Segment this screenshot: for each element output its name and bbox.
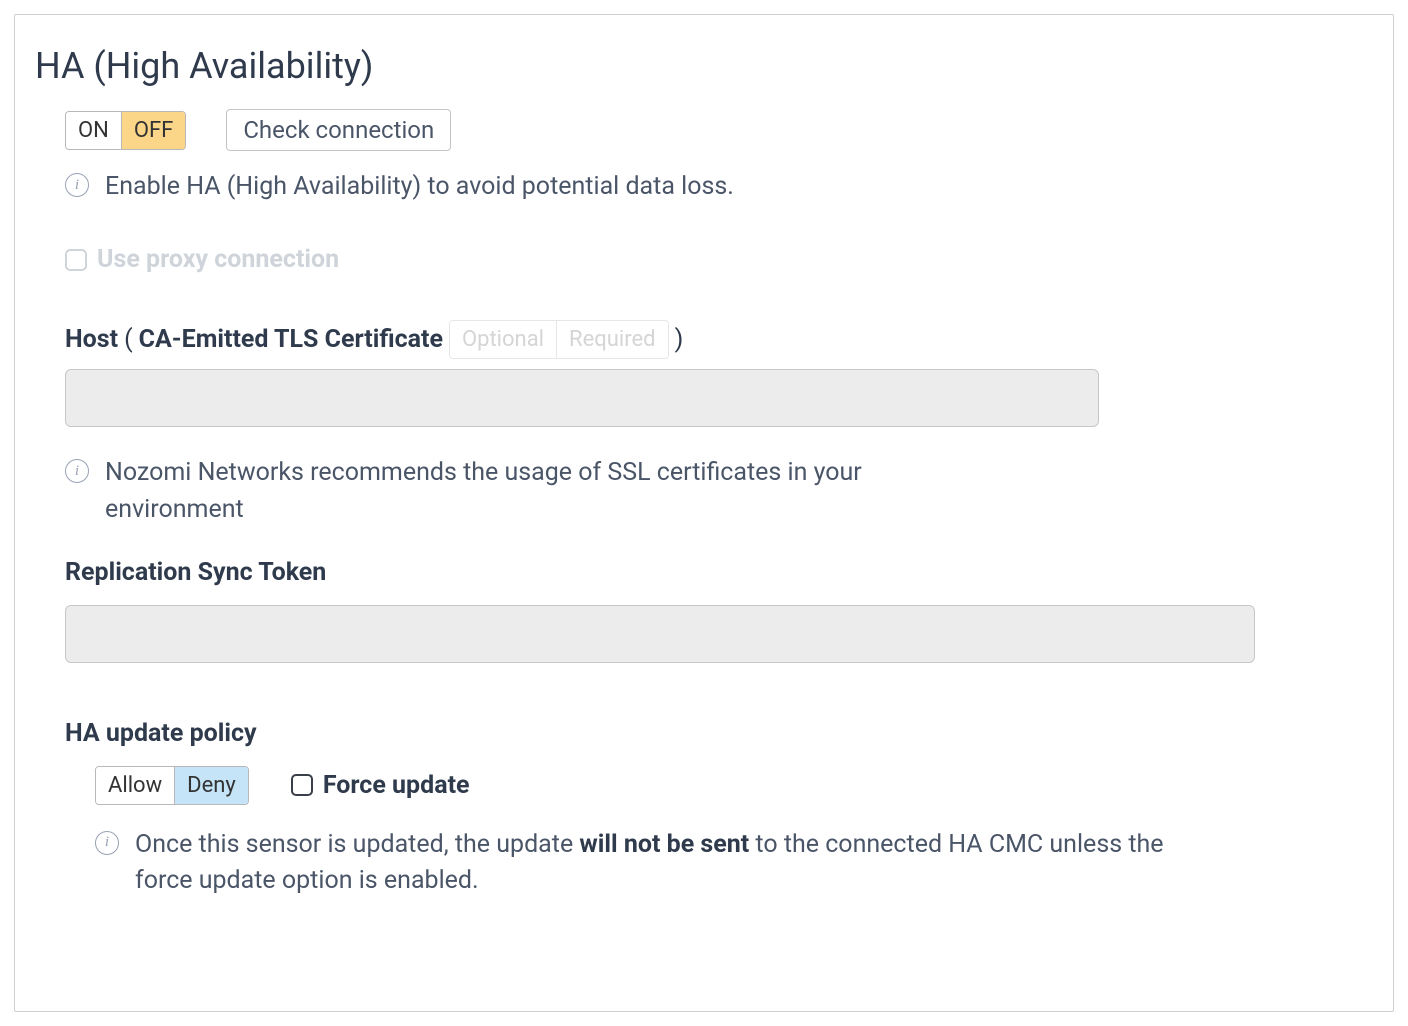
info-icon: i xyxy=(65,459,89,483)
host-input-wrapper xyxy=(65,369,1099,427)
host-info-row: i Nozomi Networks recommends the usage o… xyxy=(65,455,1373,528)
policy-row: Allow Deny Force update xyxy=(95,766,1373,805)
ha-hint-text: Enable HA (High Availability) to avoid p… xyxy=(105,169,734,205)
policy-hint-text: Once this sensor is updated, the update … xyxy=(135,827,1185,900)
force-update-wrap: Force update xyxy=(291,771,470,800)
policy-toggle: Allow Deny xyxy=(95,766,249,805)
ha-on-off-toggle: ON OFF xyxy=(65,111,186,150)
info-icon: i xyxy=(65,173,89,197)
host-label-row: Host (CA-Emitted TLS Certificate Optiona… xyxy=(65,320,1373,359)
info-icon: i xyxy=(95,831,119,855)
policy-info-row: i Once this sensor is updated, the updat… xyxy=(95,827,1373,900)
ha-off-button[interactable]: OFF xyxy=(121,112,185,149)
host-input[interactable] xyxy=(66,370,1098,426)
policy-allow-button[interactable]: Allow xyxy=(96,767,174,804)
proxy-checkbox xyxy=(65,249,87,271)
replication-input-wrapper xyxy=(65,605,1255,663)
ha-on-button[interactable]: ON xyxy=(66,112,121,149)
force-update-label: Force update xyxy=(323,771,470,800)
cert-toggle: Optional Required xyxy=(449,320,669,359)
check-connection-button[interactable]: Check connection xyxy=(226,109,451,151)
cert-label: CA-Emitted TLS Certificate xyxy=(139,325,443,354)
cert-required-button: Required xyxy=(556,321,668,358)
policy-label: HA update policy xyxy=(65,719,1373,748)
ha-settings-panel: HA (High Availability) ON OFF Check conn… xyxy=(14,14,1394,1012)
page-title: HA (High Availability) xyxy=(35,45,1373,87)
host-label: Host xyxy=(65,325,118,354)
policy-deny-button[interactable]: Deny xyxy=(174,767,248,804)
replication-token-input[interactable] xyxy=(66,606,1254,662)
cert-optional-button: Optional xyxy=(450,321,556,358)
force-update-checkbox[interactable] xyxy=(291,774,313,796)
ha-toggle-row: ON OFF Check connection xyxy=(65,109,1373,151)
proxy-label: Use proxy connection xyxy=(97,245,339,274)
ha-info-row: i Enable HA (High Availability) to avoid… xyxy=(65,169,1373,205)
host-hint-text: Nozomi Networks recommends the usage of … xyxy=(105,455,935,528)
proxy-row: Use proxy connection xyxy=(65,245,1373,274)
replication-label: Replication Sync Token xyxy=(65,558,1373,587)
